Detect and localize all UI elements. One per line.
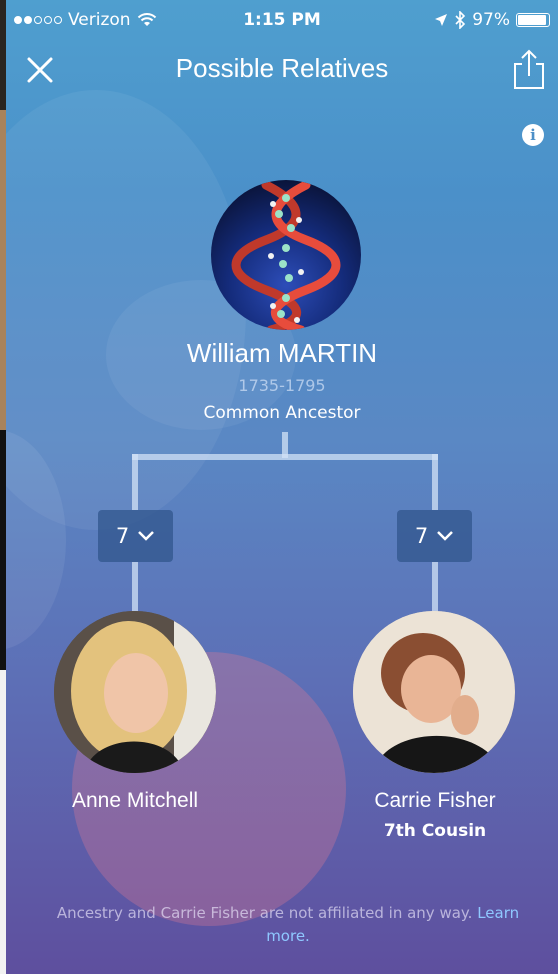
- possible-relatives-screen: Verizon 1:15 PM 97% Possible Relatives i…: [6, 0, 558, 974]
- location-arrow-icon: [435, 14, 448, 26]
- battery-icon: [516, 13, 550, 27]
- battery-percent: 97%: [472, 10, 510, 30]
- dna-helix-image: [231, 180, 341, 330]
- ancestor-role-label: Common Ancestor: [203, 403, 361, 423]
- tree-connector: [132, 454, 138, 510]
- ancestor-avatar[interactable]: [211, 180, 361, 330]
- generation-count: 7: [115, 524, 130, 548]
- relative-name-left[interactable]: Anne Mitchell: [15, 789, 255, 813]
- share-button[interactable]: [512, 48, 546, 90]
- anne-mitchell-avatar[interactable]: [54, 611, 216, 773]
- status-right: 97%: [434, 10, 550, 30]
- status-bar: Verizon 1:15 PM 97%: [6, 0, 558, 40]
- relative-name-right[interactable]: Carrie Fisher: [315, 789, 555, 813]
- generation-count: 7: [414, 524, 429, 548]
- tree-connector: [432, 562, 438, 612]
- disclaimer-body: Ancestry and Carrie Fisher are not affil…: [56, 904, 473, 922]
- generation-picker-left[interactable]: 7: [98, 510, 173, 562]
- bluetooth-icon: [455, 11, 466, 29]
- tree-connector: [432, 454, 438, 510]
- ancestor-name[interactable]: William MARTIN: [6, 338, 558, 369]
- generation-picker-right[interactable]: 7: [397, 510, 472, 562]
- carrie-fisher-avatar[interactable]: [353, 611, 515, 773]
- ancestor-years: 1735-1795: [238, 376, 326, 395]
- share-icon: [514, 49, 544, 89]
- tree-connector: [132, 454, 438, 460]
- portrait-photo: [54, 611, 216, 773]
- portrait-photo: [353, 611, 515, 773]
- disclaimer-text: Ancestry and Carrie Fisher are not affil…: [46, 902, 530, 948]
- page-title: Possible Relatives: [175, 53, 389, 83]
- chevron-down-icon: [437, 531, 454, 541]
- chevron-down-icon: [138, 531, 155, 541]
- info-icon[interactable]: i: [522, 124, 544, 146]
- nav-bar: Possible Relatives: [6, 40, 558, 102]
- relationship-label: 7th Cousin: [383, 821, 487, 841]
- tree-connector: [132, 562, 138, 612]
